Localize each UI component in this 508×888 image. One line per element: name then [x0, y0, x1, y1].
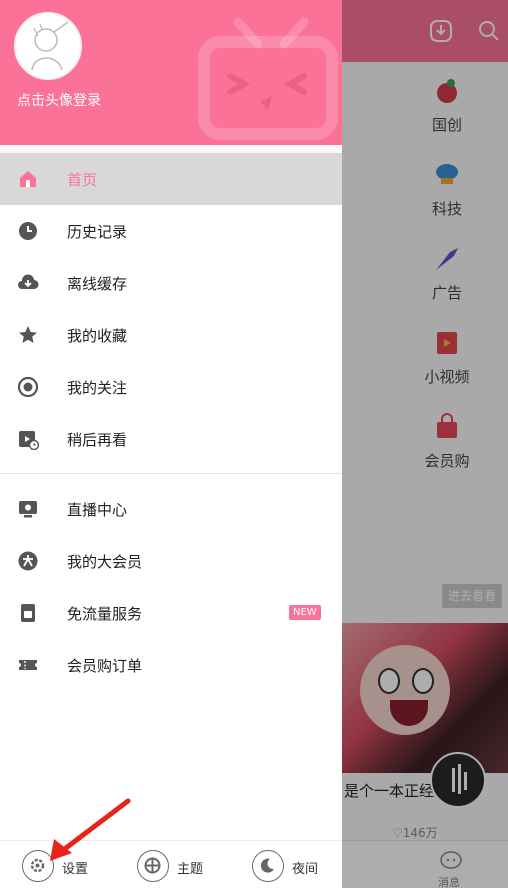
- menu-item-favorites[interactable]: 我的收藏: [0, 309, 342, 361]
- menu-item-history[interactable]: 历史记录: [0, 205, 342, 257]
- tv-mascot-icon: [198, 17, 338, 140]
- clock-icon: [19, 222, 37, 240]
- menu-divider: [0, 473, 342, 474]
- watch-later-icon: [19, 431, 39, 450]
- live-monitor-icon: [19, 501, 37, 518]
- annotation-arrow-icon: [50, 798, 131, 861]
- night-mode-button[interactable]: 夜间: [252, 850, 324, 882]
- menu-item-label: 我的大会员: [67, 553, 143, 571]
- default-avatar-icon: [31, 21, 69, 71]
- theme-label: 主题: [177, 862, 204, 877]
- ticket-icon: [19, 660, 37, 670]
- menu-item-label: 离线缓存: [67, 275, 128, 293]
- moon-icon: [260, 858, 274, 873]
- menu-item-offline-cache[interactable]: 离线缓存: [0, 257, 342, 309]
- menu-item-label: 免流量服务: [67, 605, 143, 623]
- menu-item-live-center[interactable]: 直播中心: [0, 483, 342, 535]
- menu-item-home[interactable]: 首页: [0, 153, 342, 205]
- cloud-download-icon: [18, 274, 39, 289]
- menu-item-label: 历史记录: [67, 223, 128, 241]
- night-label: 夜间: [292, 862, 319, 877]
- menu-item-mall-orders[interactable]: 会员购订单: [0, 639, 342, 691]
- avatar[interactable]: [14, 12, 82, 80]
- menu-item-label: 我的关注: [67, 379, 128, 397]
- scrim-overlay[interactable]: [342, 0, 508, 888]
- drawer-header: 点击头像登录: [0, 0, 342, 145]
- palette-icon: [144, 857, 161, 874]
- navigation-drawer: 点击头像登录 首页 历史记录 离线缓存 我的收藏 我的关注 稍后再看 直播中心 …: [0, 0, 342, 888]
- login-prompt[interactable]: 点击头像登录: [17, 90, 101, 110]
- menu-item-label: 直播中心: [67, 501, 128, 519]
- night-icon-circle: [252, 850, 284, 882]
- header-spacer: [0, 145, 342, 153]
- menu-item-label: 我的收藏: [67, 327, 128, 345]
- menu-item-label: 会员购订单: [67, 657, 143, 675]
- target-icon: [17, 376, 39, 398]
- star-icon: [19, 326, 37, 343]
- menu-item-label: 稍后再看: [67, 431, 128, 449]
- menu-item-free-data[interactable]: 免流量服务 NEW: [0, 587, 342, 639]
- theme-icon-circle: [137, 850, 169, 882]
- theme-button[interactable]: 主题: [137, 850, 209, 882]
- menu-item-label: 首页: [67, 171, 98, 189]
- vip-icon: [18, 551, 38, 571]
- new-badge: NEW: [289, 605, 321, 620]
- menu-item-watch-later[interactable]: 稍后再看: [0, 413, 342, 465]
- menu-item-following[interactable]: 我的关注: [0, 361, 342, 413]
- menu-item-vip[interactable]: 我的大会员: [0, 535, 342, 587]
- home-icon: [20, 171, 36, 187]
- sim-card-icon: [21, 604, 35, 622]
